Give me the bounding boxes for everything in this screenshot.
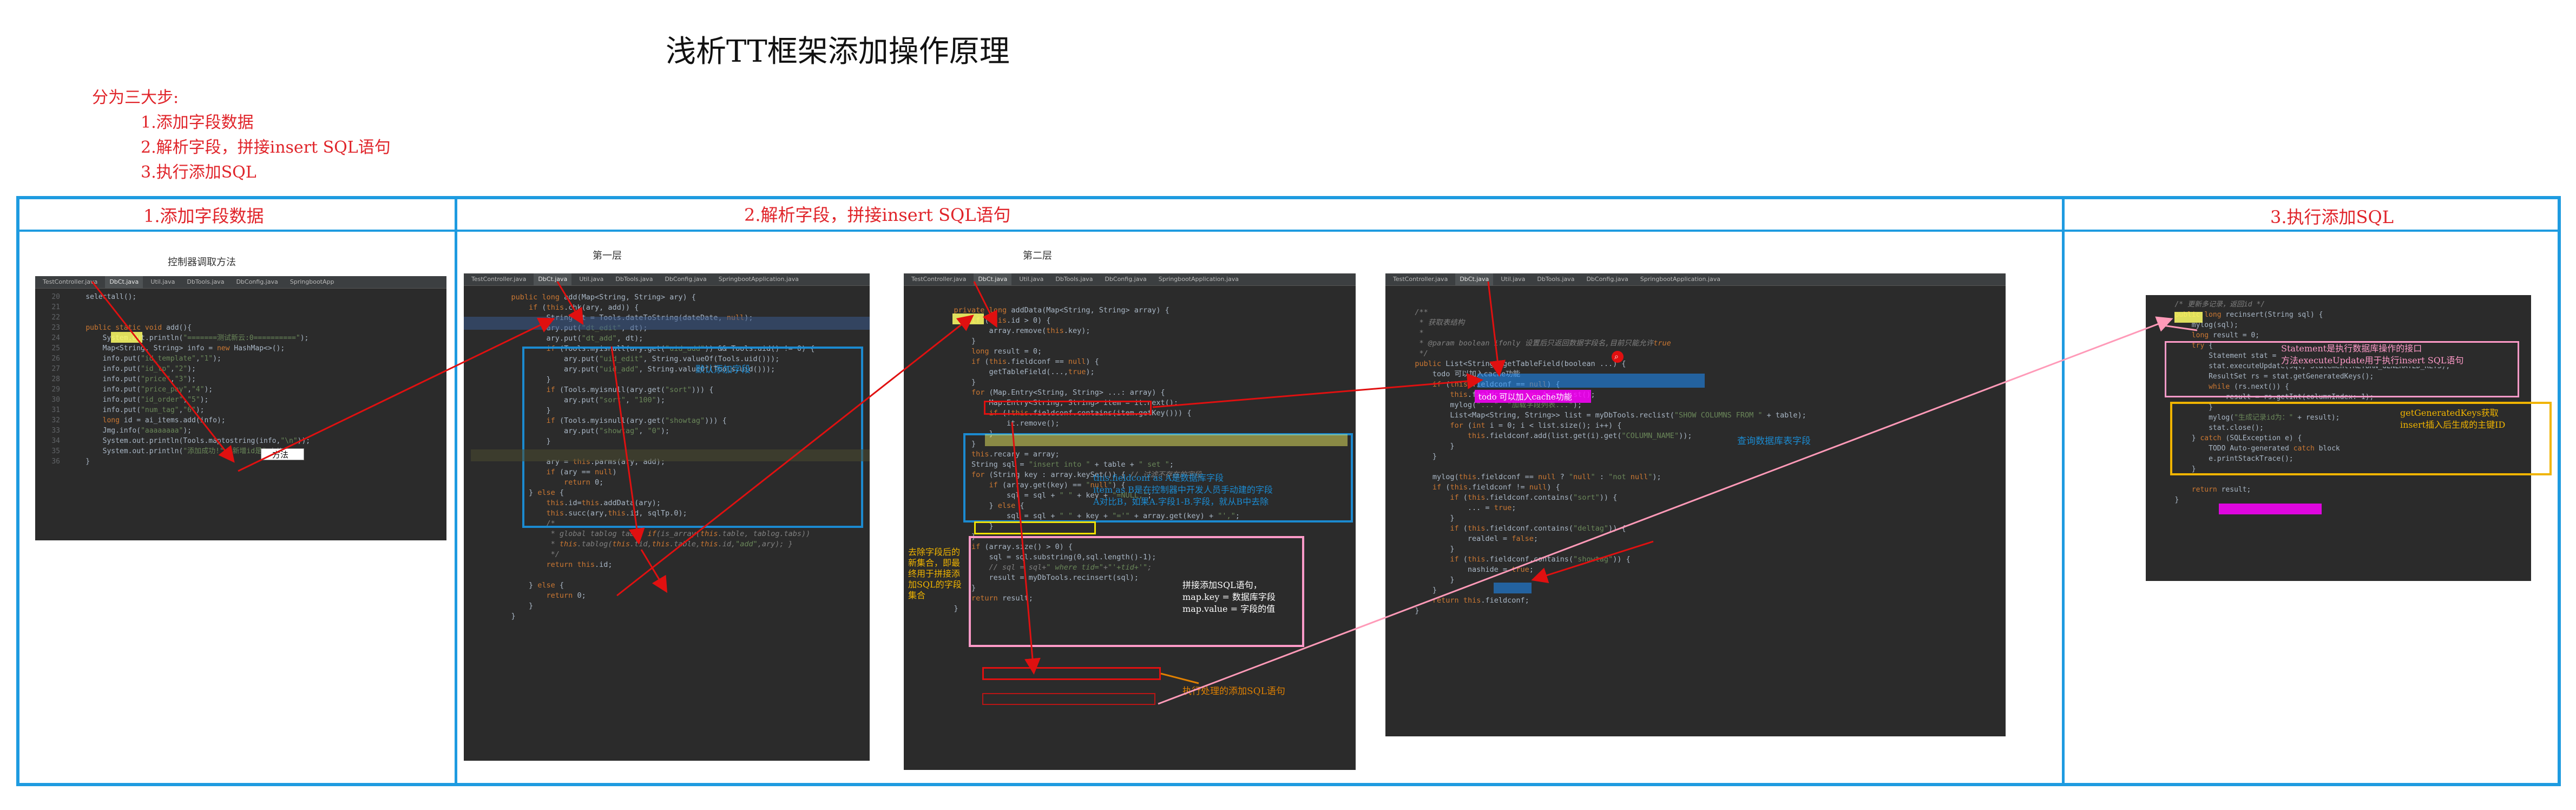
arrow-to-add-method [238, 317, 555, 472]
arrow-chk-to-parms [556, 281, 584, 325]
arrow-substring-to-recinsert [1160, 672, 1199, 684]
arrow-add-call [91, 281, 235, 463]
arrows-overlay [91, 281, 2198, 705]
arrow-gettablefield-top [1487, 281, 1506, 377]
arrow-adddata-call [640, 549, 668, 593]
arrow-panel5-top [2159, 324, 2198, 331]
arrow-sql-flow [1011, 422, 1041, 675]
arrow-fieldconf-null [1531, 540, 1654, 584]
arrow-adddata-down [973, 281, 997, 328]
arrow-gettablefield [1152, 373, 1483, 408]
arrow-recinsert-pink [1158, 316, 2173, 705]
arrow-to-adddata [616, 315, 974, 597]
arrow-layer1-down [610, 346, 645, 545]
